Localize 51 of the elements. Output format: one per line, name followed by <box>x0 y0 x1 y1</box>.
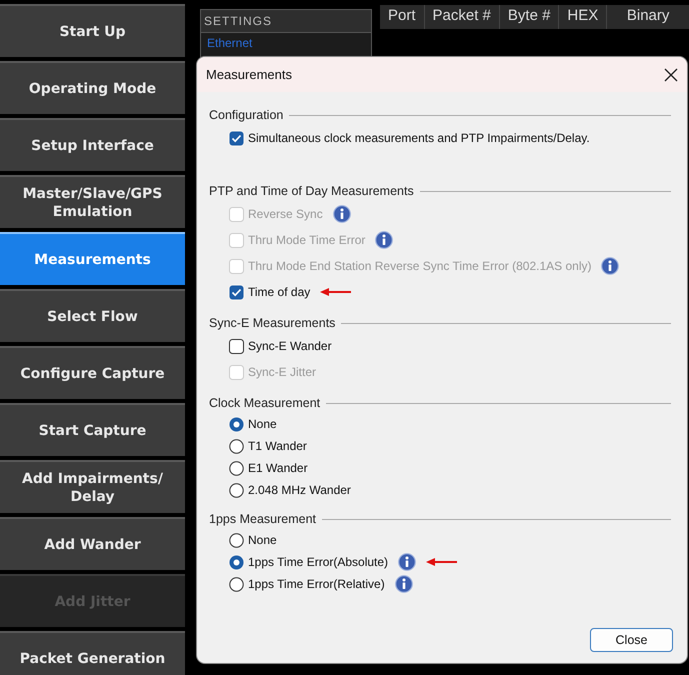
sidebar-button[interactable]: Configure Capture <box>0 346 185 399</box>
checkbox[interactable] <box>229 284 244 300</box>
radio-button[interactable] <box>229 482 244 498</box>
group-title: 1pps Measurement <box>209 512 316 526</box>
dialog-title: Measurements <box>206 67 292 82</box>
sidebar-button[interactable]: Operating Mode <box>0 61 185 114</box>
column-header: Binary <box>626 6 670 26</box>
radio-button[interactable] <box>229 460 244 476</box>
checkbox[interactable] <box>229 338 244 354</box>
option-label: Thru Mode End Station Reverse Sync Time Error (802.1AS only) <box>248 259 592 273</box>
sidebar-button[interactable]: Add Wander <box>0 517 185 570</box>
sidebar-button[interactable]: Packet Generation <box>0 631 185 675</box>
option-label: Sync-E Wander <box>248 339 332 353</box>
radio-button[interactable] <box>229 576 244 592</box>
option-label: 1pps Time Error(Absolute) <box>248 555 388 569</box>
group-title: Configuration <box>209 108 284 122</box>
option-label: Reverse Sync <box>248 207 323 221</box>
option-label: None <box>248 533 277 547</box>
option-label: Time of day <box>248 285 310 299</box>
close-icon[interactable] <box>664 68 678 82</box>
column-header: Port <box>380 5 425 29</box>
sidebar-button[interactable]: Setup Interface <box>0 118 185 171</box>
info-icon[interactable] <box>398 553 416 571</box>
sidebar-button[interactable]: Start Capture <box>0 403 185 456</box>
option-label: T1 Wander <box>248 439 307 453</box>
column-header: Packet # <box>424 5 500 29</box>
close-button[interactable]: Close <box>590 628 673 652</box>
radio-button[interactable] <box>229 416 244 432</box>
sidebar-button[interactable]: Add Impairments/ Delay <box>0 460 185 513</box>
column-header: Byte # <box>500 5 560 29</box>
sidebar-button[interactable]: Master/Slave/GPS Emulation <box>0 175 185 228</box>
radio-button[interactable] <box>229 554 244 570</box>
info-icon[interactable] <box>394 575 413 593</box>
settings-title: SETTINGS <box>201 10 371 33</box>
group-title: PTP and Time of Day Measurements <box>209 184 414 198</box>
option-label: 2.048 MHz Wander <box>248 483 351 497</box>
group-title: Clock Measurement <box>209 396 320 410</box>
option-label: E1 Wander <box>248 461 308 475</box>
column-header: HEX <box>559 5 608 29</box>
option-label: 1pps Time Error(Relative) <box>248 577 385 591</box>
radio-button[interactable] <box>229 438 244 454</box>
sidebar-button[interactable]: Select Flow <box>0 289 185 342</box>
group-title: Sync-E Measurements <box>209 316 336 330</box>
sidebar-button[interactable]: Measurements <box>0 232 185 285</box>
option-label: None <box>248 417 277 431</box>
option-label: Thru Mode Time Error <box>248 233 366 247</box>
radio-button[interactable] <box>229 532 244 548</box>
checkbox[interactable] <box>229 130 244 146</box>
option-label: Sync-E Jitter <box>248 365 316 379</box>
option-label: Simultaneous clock measurements and PTP Impairments/Delay. <box>248 131 590 145</box>
sidebar-button[interactable]: Start Up <box>0 4 185 57</box>
